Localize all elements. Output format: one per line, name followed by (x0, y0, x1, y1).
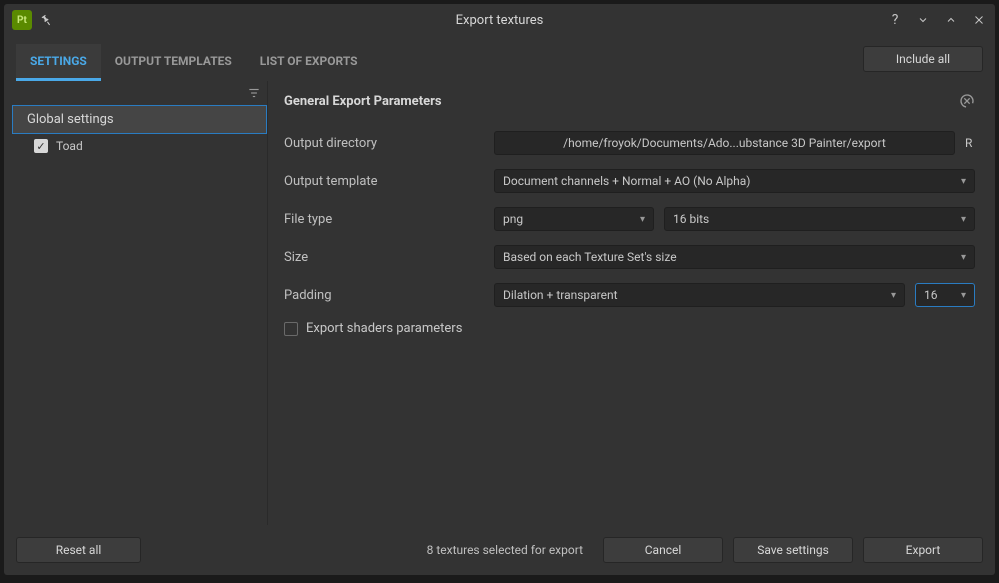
save-settings-button[interactable]: Save settings (733, 537, 853, 563)
tab-output-templates[interactable]: OUTPUT TEMPLATES (101, 44, 246, 81)
content-title: General Export Parameters (284, 94, 442, 109)
label-file-type: File type (284, 212, 494, 227)
output-directory-input[interactable] (494, 131, 955, 155)
size-select[interactable]: Based on each Texture Set's size ▾ (494, 245, 975, 269)
padding-amount-select[interactable]: 16 ▾ (915, 283, 975, 307)
chevron-down-icon: ▾ (640, 214, 645, 225)
select-value: 16 (924, 288, 938, 302)
label-size: Size (284, 250, 494, 265)
label-output-directory: Output directory (284, 136, 494, 151)
select-value: Document channels + Normal + AO (No Alph… (503, 174, 750, 188)
sidebar-item-toad[interactable]: ✓ Toad (12, 134, 267, 158)
label-padding: Padding (284, 288, 494, 303)
row-padding: Padding Dilation + transparent ▾ 16 ▾ (284, 283, 975, 307)
output-directory-suffix[interactable]: R (965, 136, 975, 150)
help-icon[interactable]: ? (887, 12, 903, 28)
minimize-icon[interactable] (915, 12, 931, 28)
chevron-down-icon: ▾ (961, 214, 966, 225)
checkbox-icon[interactable]: ✓ (34, 139, 48, 153)
sidebar-item-label: Toad (56, 139, 83, 153)
row-output-directory: Output directory R (284, 131, 975, 155)
export-shaders-checkbox[interactable] (284, 322, 298, 336)
toolbar: SETTINGS OUTPUT TEMPLATES LIST OF EXPORT… (4, 36, 995, 81)
app-icon: Pt (12, 10, 32, 30)
reset-section-icon[interactable] (959, 93, 975, 109)
padding-mode-select[interactable]: Dilation + transparent ▾ (494, 283, 905, 307)
output-template-select[interactable]: Document channels + Normal + AO (No Alph… (494, 169, 975, 193)
include-all-button[interactable]: Include all (863, 46, 983, 72)
file-type-format-select[interactable]: png ▾ (494, 207, 654, 231)
sidebar-header[interactable]: Global settings (12, 105, 267, 134)
reset-all-button[interactable]: Reset all (16, 537, 141, 563)
content: General Export Parameters Output directo… (272, 81, 987, 525)
footer-status: 8 textures selected for export (151, 543, 593, 557)
maximize-icon[interactable] (943, 12, 959, 28)
tab-list-of-exports[interactable]: LIST OF EXPORTS (246, 44, 372, 81)
select-value: 16 bits (673, 212, 709, 226)
row-output-template: Output template Document channels + Norm… (284, 169, 975, 193)
select-value: Based on each Texture Set's size (503, 250, 677, 264)
chevron-down-icon: ▾ (961, 176, 966, 187)
file-type-depth-select[interactable]: 16 bits ▾ (664, 207, 975, 231)
sidebar: Global settings ✓ Toad (12, 81, 268, 525)
footer: Reset all 8 textures selected for export… (4, 525, 995, 575)
filter-icon[interactable] (247, 86, 261, 100)
titlebar: Pt Export textures ? (4, 4, 995, 36)
window-title: Export textures (456, 13, 544, 28)
chevron-down-icon: ▾ (891, 290, 896, 301)
export-button[interactable]: Export (863, 537, 983, 563)
tab-settings[interactable]: SETTINGS (16, 44, 101, 81)
export-shaders-label: Export shaders parameters (306, 321, 462, 336)
row-file-type: File type png ▾ 16 bits ▾ (284, 207, 975, 231)
pin-icon[interactable] (37, 11, 55, 29)
close-icon[interactable] (971, 12, 987, 28)
cancel-button[interactable]: Cancel (603, 537, 723, 563)
chevron-down-icon: ▾ (961, 290, 966, 301)
label-output-template: Output template (284, 174, 494, 189)
row-export-shaders: Export shaders parameters (284, 321, 975, 336)
select-value: png (503, 212, 523, 226)
chevron-down-icon: ▾ (961, 252, 966, 263)
select-value: Dilation + transparent (503, 288, 618, 302)
row-size: Size Based on each Texture Set's size ▾ (284, 245, 975, 269)
